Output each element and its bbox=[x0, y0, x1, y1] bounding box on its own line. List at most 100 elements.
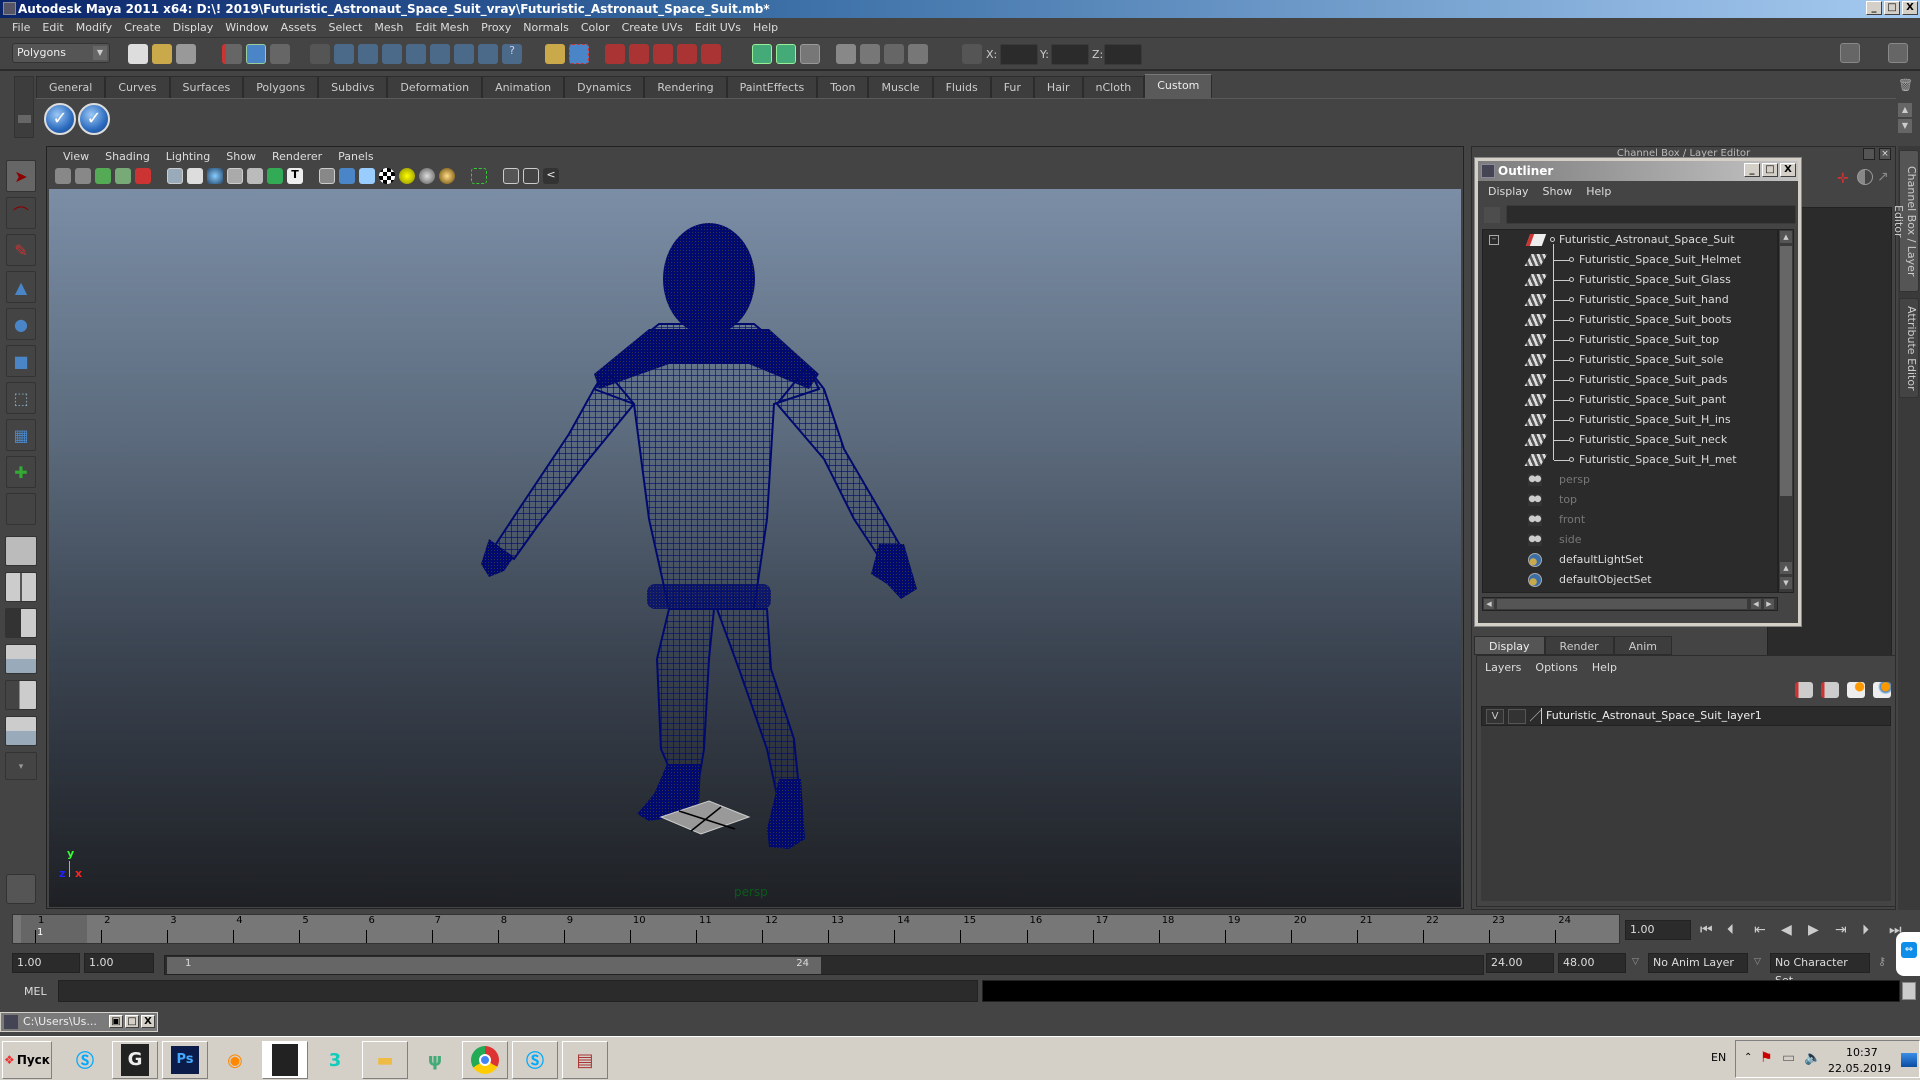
outliner-row-set[interactable]: defaultLightSet bbox=[1483, 550, 1777, 570]
xray-icon[interactable] bbox=[503, 168, 519, 184]
save-scene-icon[interactable] bbox=[176, 44, 196, 64]
xray-joints-icon[interactable] bbox=[523, 168, 539, 184]
four-view-layout[interactable] bbox=[5, 572, 37, 602]
volume-icon[interactable]: 🔈 bbox=[1804, 1050, 1821, 1066]
outliner-row-child[interactable]: Futuristic_Space_Suit_H_ins bbox=[1483, 410, 1777, 430]
taskbar-mudbox[interactable]: ψ bbox=[412, 1041, 458, 1079]
shelf-tab-ncloth[interactable]: nCloth bbox=[1082, 76, 1145, 98]
magnet-point-icon[interactable] bbox=[653, 44, 673, 64]
menu-color[interactable]: Color bbox=[575, 21, 616, 34]
taskbar-3ds-max-design[interactable]: G bbox=[112, 1041, 158, 1079]
shelf-tab-general[interactable]: General bbox=[36, 76, 106, 98]
menu-create[interactable]: Create bbox=[118, 21, 167, 34]
network-icon[interactable]: ▭ bbox=[1782, 1050, 1795, 1066]
show-manipulator[interactable]: ✚ bbox=[6, 456, 36, 488]
shelf-tab-surfaces[interactable]: Surfaces bbox=[169, 76, 244, 98]
minimized-window[interactable]: C:\Users\Us... ▣ □ X bbox=[0, 1012, 158, 1032]
outliner-menu-help[interactable]: Help bbox=[1586, 183, 1611, 201]
vp-menu-renderer[interactable]: Renderer bbox=[264, 150, 330, 163]
playback-end-field[interactable]: 24.00 bbox=[1486, 953, 1554, 973]
go-to-start-icon[interactable]: ⏮ bbox=[1700, 922, 1713, 938]
chevron-down-icon[interactable]: ▽ bbox=[1632, 957, 1639, 967]
single-perspective-layout[interactable] bbox=[5, 536, 37, 566]
play-backwards-icon[interactable]: ◀ bbox=[1781, 922, 1792, 938]
high-quality-icon[interactable] bbox=[439, 168, 455, 184]
grid-toggle-icon[interactable] bbox=[167, 168, 183, 184]
menuset-dropdown[interactable]: Polygons ▼ bbox=[12, 43, 110, 63]
outliner-close-button[interactable]: X bbox=[1780, 163, 1796, 177]
layer-color-swatch[interactable] bbox=[1530, 708, 1542, 724]
new-scene-icon[interactable] bbox=[128, 44, 148, 64]
snap-face-icon[interactable] bbox=[430, 44, 450, 64]
textured-icon[interactable] bbox=[379, 168, 395, 184]
outliner-minimize-button[interactable]: _ bbox=[1744, 163, 1760, 177]
scroll-thumb[interactable] bbox=[1780, 246, 1792, 496]
transform-field-mode-icon[interactable] bbox=[962, 44, 982, 64]
shelf-tab-fur[interactable]: Fur bbox=[990, 76, 1034, 98]
shelf-tab-fluids[interactable]: Fluids bbox=[932, 76, 991, 98]
snap-curve-icon[interactable] bbox=[358, 44, 378, 64]
menu-normals[interactable]: Normals bbox=[517, 21, 575, 34]
outliner-row-child[interactable]: Futuristic_Space_Suit_neck bbox=[1483, 430, 1777, 450]
menu-edit[interactable]: Edit bbox=[36, 21, 69, 34]
magnet-icon[interactable] bbox=[701, 44, 721, 64]
open-scene-icon[interactable] bbox=[152, 44, 172, 64]
command-language-label[interactable]: MEL bbox=[24, 985, 47, 998]
outliner-row-camera[interactable]: top bbox=[1483, 490, 1777, 510]
output-connections-icon[interactable] bbox=[776, 44, 796, 64]
taskbar-winrar[interactable]: ▤ bbox=[562, 1041, 608, 1079]
render-view-icon[interactable] bbox=[836, 44, 856, 64]
menu-edit-mesh[interactable]: Edit Mesh bbox=[409, 21, 475, 34]
shelf-tab-hair[interactable]: Hair bbox=[1033, 76, 1083, 98]
tab-channel-box[interactable]: Channel Box / Layer Editor bbox=[1892, 150, 1919, 292]
character-set-dropdown[interactable]: No Character Set bbox=[1770, 953, 1870, 987]
shelf-scroll-down-icon[interactable]: ▼ bbox=[1898, 119, 1912, 133]
snap-grid-icon[interactable] bbox=[334, 44, 354, 64]
channel-box-toggle-icon[interactable] bbox=[1888, 43, 1908, 63]
step-back-key-icon[interactable]: ⇤ bbox=[1754, 922, 1766, 938]
tool-settings-toggle-icon[interactable] bbox=[1864, 43, 1884, 63]
shelf-tab-dynamics[interactable]: Dynamics bbox=[564, 76, 645, 98]
menu-edit-uvs[interactable]: Edit UVs bbox=[689, 21, 747, 34]
ipr-render-icon[interactable] bbox=[884, 44, 904, 64]
outliner-row-child[interactable]: Futuristic_Space_Suit_H_met bbox=[1483, 450, 1777, 470]
smooth-shade-icon[interactable] bbox=[339, 168, 355, 184]
outliner-row-child[interactable]: Futuristic_Space_Suit_hand bbox=[1483, 290, 1777, 310]
hypershade-persp-layout[interactable] bbox=[5, 680, 37, 710]
isolate-select-icon[interactable] bbox=[471, 168, 487, 184]
camera-select-icon[interactable] bbox=[55, 168, 71, 184]
film-gate-icon[interactable] bbox=[187, 168, 203, 184]
outliner-row-camera[interactable]: front bbox=[1483, 510, 1777, 530]
outliner-menu-show[interactable]: Show bbox=[1543, 183, 1573, 201]
outliner-row-child[interactable]: Futuristic_Space_Suit_Helmet bbox=[1483, 250, 1777, 270]
x-input[interactable] bbox=[1000, 44, 1038, 65]
shelf-tab-painteffects[interactable]: PaintEffects bbox=[726, 76, 818, 98]
field-chart-icon[interactable] bbox=[247, 168, 263, 184]
scroll-down-icon[interactable]: ▼ bbox=[1780, 577, 1792, 589]
construction-history-icon[interactable] bbox=[605, 44, 625, 64]
snap-live-icon[interactable] bbox=[478, 44, 498, 64]
layer-menu-layers[interactable]: Layers bbox=[1485, 661, 1521, 674]
bookmark-icon[interactable] bbox=[95, 168, 111, 184]
filter-select-icon[interactable] bbox=[1484, 207, 1500, 223]
shelf-tab-subdivs[interactable]: Subdivs bbox=[318, 76, 388, 98]
time-slider[interactable]: 1 2 3 4 5 6 7 8 9 10 11 12 13 14 15 16 17 18 19 20 21 22 23 24 … bbox=[12, 914, 1620, 944]
new-empty-layer-icon[interactable] bbox=[1847, 682, 1865, 698]
taskbar-blender[interactable]: ◉ bbox=[212, 1041, 258, 1079]
resolution-gate-icon[interactable] bbox=[207, 168, 223, 184]
collapse-icon[interactable]: – bbox=[1489, 235, 1499, 245]
move-tool[interactable]: ▲ bbox=[6, 271, 36, 303]
use-all-lights-icon[interactable] bbox=[399, 168, 415, 184]
snap-point-icon[interactable] bbox=[382, 44, 402, 64]
viewport-canvas[interactable]: y z x persp bbox=[49, 189, 1461, 907]
taskbar-photoshop[interactable]: Ps bbox=[162, 1041, 208, 1079]
scroll-up-icon[interactable]: ▲ bbox=[1780, 231, 1792, 243]
menu-file[interactable]: File bbox=[6, 21, 36, 34]
outliner-persp-layout[interactable] bbox=[5, 608, 37, 638]
menu-select[interactable]: Select bbox=[322, 21, 368, 34]
attribute-editor-toggle-icon[interactable] bbox=[1840, 43, 1860, 63]
check-icon[interactable]: ✓ bbox=[78, 103, 110, 135]
anim-layer-dropdown[interactable]: No Anim Layer bbox=[1648, 953, 1748, 973]
wireframe-on-shaded-icon[interactable] bbox=[359, 168, 375, 184]
end-time-field[interactable]: 48.00 bbox=[1558, 953, 1626, 973]
